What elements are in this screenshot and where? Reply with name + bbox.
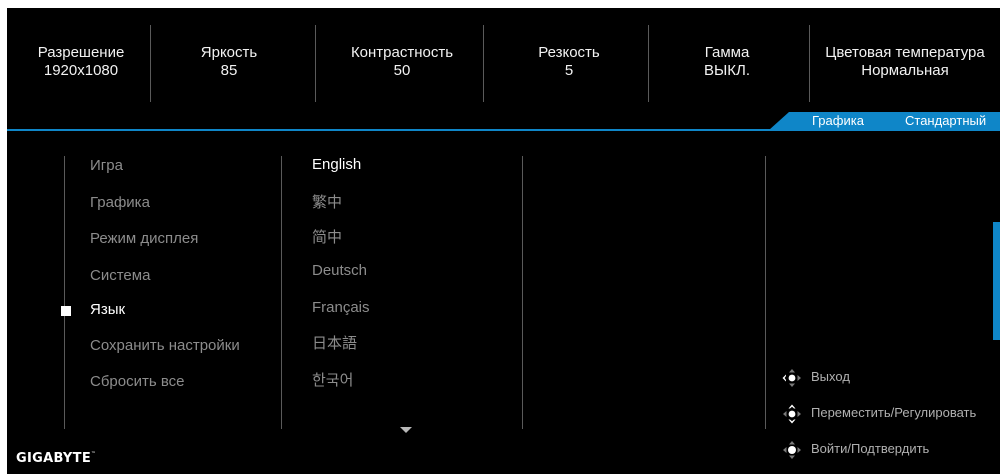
menu-item-language[interactable]: Язык	[90, 300, 125, 320]
help-enter-confirm-label: Войти/Подтвердить	[811, 441, 930, 456]
menu-item-game[interactable]: Игра	[90, 156, 123, 176]
status-value: 85	[220, 62, 238, 79]
help-exit-label: Выход	[811, 369, 850, 384]
gigabyte-logo: GIGABYTE™	[16, 451, 96, 466]
mode-category: Графика	[812, 113, 864, 128]
status-label: Резкость	[538, 44, 600, 61]
language-option-traditional-chinese[interactable]: 繁中	[312, 193, 342, 213]
status-label: Яркость	[200, 44, 258, 61]
status-value: Нормальная	[861, 62, 949, 79]
status-value: ВЫКЛ.	[703, 62, 751, 79]
language-option-french[interactable]: Français	[312, 298, 370, 318]
status-label: Контрастность	[350, 44, 454, 61]
column-divider	[281, 156, 282, 429]
column-divider	[64, 156, 65, 429]
status-brightness: Яркость 85	[159, 44, 299, 80]
status-sharpness: Резкость 5	[495, 44, 643, 80]
status-contrast: Контрастность 50	[317, 44, 487, 80]
divider	[150, 25, 151, 102]
divider	[315, 25, 316, 102]
chevron-down-icon[interactable]	[400, 427, 412, 433]
status-value: 5	[564, 62, 574, 79]
column-divider	[522, 156, 523, 429]
column-divider	[765, 156, 766, 429]
joystick-left-icon	[782, 369, 801, 387]
status-label: Гамма	[704, 44, 750, 61]
menu-item-save-settings[interactable]: Сохранить настройки	[90, 336, 240, 356]
joystick-updown-icon	[783, 404, 801, 424]
menu-item-system[interactable]: Система	[90, 266, 150, 286]
language-option-simplified-chinese[interactable]: 简中	[312, 228, 342, 248]
trademark-mark: ™	[91, 451, 97, 457]
mode-preset: Стандартный	[905, 113, 987, 128]
help-move-adjust-label: Переместить/Регулировать	[811, 405, 977, 420]
status-value: 50	[393, 62, 411, 79]
divider	[648, 25, 649, 102]
menu-item-graphics[interactable]: Графика	[90, 193, 150, 213]
status-bar: Разрешение 1920x1080 Яркость 85 Контраст…	[7, 8, 1000, 126]
status-gamma: Гамма ВЫКЛ.	[657, 44, 797, 80]
joystick-press-icon	[783, 441, 801, 459]
status-color-temperature: Цветовая температура Нормальная	[813, 44, 997, 80]
divider	[809, 25, 810, 102]
status-value: 1920x1080	[43, 62, 119, 79]
menu-item-display-mode[interactable]: Режим дисплея	[90, 229, 198, 249]
language-option-english[interactable]: English	[312, 155, 361, 175]
language-option-japanese[interactable]: 日本語	[312, 334, 357, 354]
selection-marker	[61, 306, 71, 316]
mode-tab: Графика Стандартный	[769, 112, 1000, 130]
language-option-german[interactable]: Deutsch	[312, 261, 367, 281]
logo-text: GIGABYTE	[16, 451, 91, 466]
scrollbar[interactable]	[993, 222, 1000, 340]
menu-item-reset-all[interactable]: Сбросить все	[90, 372, 184, 392]
status-label: Разрешение	[37, 44, 125, 61]
language-option-korean[interactable]: 한국어	[312, 371, 353, 391]
divider	[483, 25, 484, 102]
osd-menu: Разрешение 1920x1080 Яркость 85 Контраст…	[7, 8, 1000, 474]
status-label: Цветовая температура	[825, 44, 985, 61]
status-resolution: Разрешение 1920x1080	[13, 44, 149, 80]
